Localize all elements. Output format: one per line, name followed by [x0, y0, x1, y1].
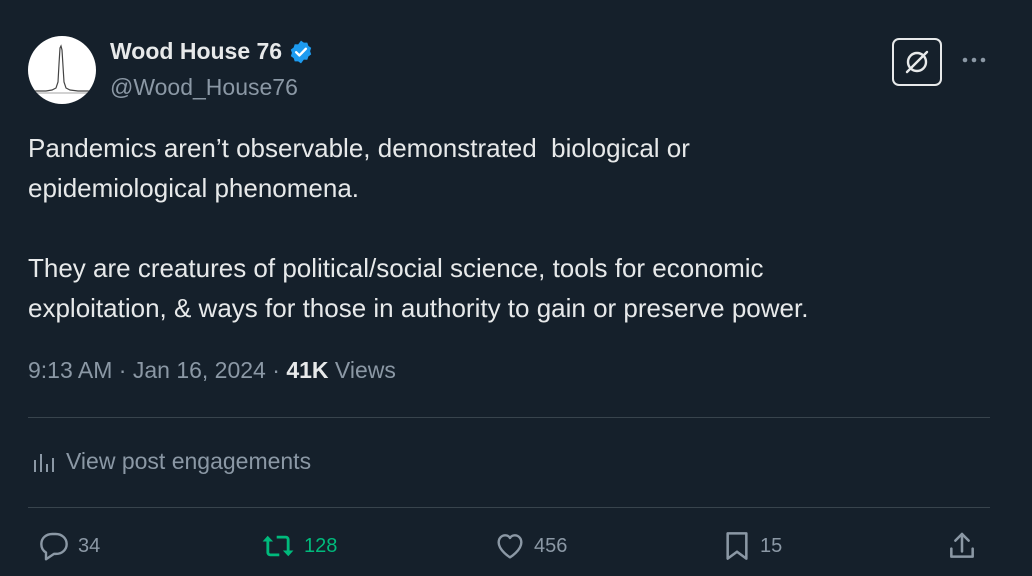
meta-separator-2: ·	[265, 357, 287, 383]
repost-button[interactable]: 128	[260, 530, 337, 562]
meta-separator: ·	[112, 357, 133, 383]
share-icon	[950, 532, 974, 558]
tweet-text: Pandemics aren’t observable, demonstrate…	[28, 133, 809, 323]
tweet-time[interactable]: 9:13 AM	[28, 357, 112, 383]
divider	[28, 507, 990, 508]
peak-graph-avatar-icon	[34, 44, 90, 94]
reply-count: 34	[78, 534, 101, 557]
verified-badge-icon[interactable]	[288, 39, 314, 65]
author-name-row: Wood House 76	[110, 38, 314, 65]
views-count: 41K	[286, 357, 329, 383]
like-button[interactable]: 456	[494, 530, 567, 562]
bar-chart-icon	[34, 453, 54, 472]
share-button[interactable]	[946, 530, 978, 562]
tweet-meta: 9:13 AM · Jan 16, 2024 · 41K Views	[28, 357, 396, 384]
views-label: Views	[328, 357, 396, 383]
grok-button[interactable]	[892, 38, 942, 86]
repost-count: 128	[304, 534, 338, 557]
reply-button[interactable]: 34	[38, 530, 100, 562]
reply-icon	[40, 532, 68, 561]
author-display-name[interactable]: Wood House 76	[110, 38, 282, 65]
author-avatar[interactable]	[28, 36, 96, 104]
grok-icon	[905, 50, 929, 74]
view-post-engagements-link[interactable]: View post engagements	[32, 448, 311, 475]
more-icon	[962, 57, 986, 63]
view-post-engagements-label: View post engagements	[66, 448, 312, 474]
heart-icon	[497, 534, 523, 559]
more-options-button[interactable]	[956, 46, 992, 74]
tweet-card: Wood House 76 @Wood_House76 Pandemics ar…	[0, 0, 1032, 576]
bookmark-icon	[726, 532, 748, 560]
repost-icon	[262, 535, 294, 557]
bookmark-button[interactable]: 15	[722, 530, 782, 562]
tweet-date[interactable]: Jan 16, 2024	[133, 357, 266, 383]
divider	[28, 417, 990, 418]
author-handle[interactable]: @Wood_House76	[110, 74, 298, 101]
like-count: 456	[534, 534, 568, 557]
bookmark-count: 15	[760, 534, 783, 557]
